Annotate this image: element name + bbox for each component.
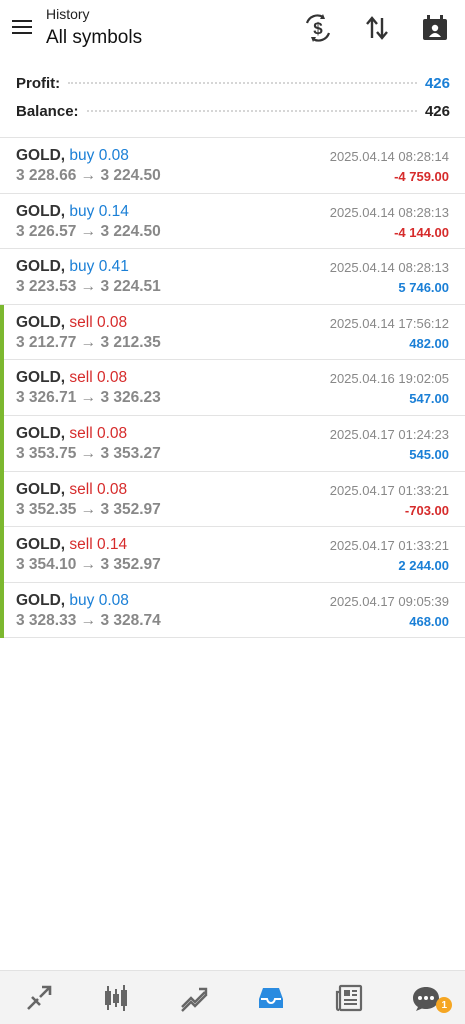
deal-time: 2025.04.16 19:02:05 <box>329 371 449 387</box>
trade-icon <box>180 987 207 1012</box>
deal-row[interactable]: GOLD, sell 0.08 3 353.75 → 3 353.27 2025… <box>0 415 465 472</box>
deal-title: GOLD, sell 0.14 <box>16 536 127 554</box>
deal-title: GOLD, buy 0.08 <box>16 147 129 165</box>
deal-profit: 547.00 <box>409 391 449 407</box>
deal-prices: 3 326.71 → 3 326.23 <box>16 389 161 407</box>
deal-row[interactable]: GOLD, buy 0.14 3 226.57 → 3 224.50 2025.… <box>0 194 465 250</box>
nav-news[interactable] <box>310 971 388 1024</box>
menu-icon[interactable] <box>10 16 34 38</box>
deal-prices: 3 354.10 → 3 352.97 <box>16 556 161 574</box>
deal-symbol: GOLD, <box>16 480 66 498</box>
deal-action: sell 0.08 <box>69 424 128 442</box>
deals-list: GOLD, buy 0.08 3 228.66 → 3 224.50 2025.… <box>0 137 465 639</box>
dotted-leader <box>68 82 417 84</box>
deal-title: GOLD, buy 0.08 <box>16 592 129 610</box>
deal-prices: 3 226.57 → 3 224.50 <box>16 222 161 240</box>
deal-title: GOLD, sell 0.08 <box>16 369 127 387</box>
sort-icon[interactable] <box>361 12 393 44</box>
deal-time: 2025.04.17 09:05:39 <box>329 593 449 609</box>
deal-profit: -4 144.00 <box>394 224 449 240</box>
page-title[interactable]: All symbols <box>46 27 142 49</box>
profit-value: 426 <box>424 74 450 92</box>
deal-profit: -703.00 <box>404 502 449 518</box>
bottom-navigation: 1 <box>0 970 465 1024</box>
deal-row[interactable]: GOLD, sell 0.08 3 352.35 → 3 352.97 2025… <box>0 471 465 528</box>
deal-row[interactable]: GOLD, buy 0.41 3 223.53 → 3 224.51 2025.… <box>0 249 465 305</box>
deal-row[interactable]: GOLD, sell 0.08 3 212.77 → 3 212.35 2025… <box>0 304 465 361</box>
deal-action: buy 0.08 <box>69 147 129 164</box>
deal-time: 2025.04.14 08:28:13 <box>329 204 449 220</box>
nav-history[interactable] <box>233 971 311 1024</box>
deal-title: GOLD, sell 0.08 <box>16 425 127 443</box>
deal-symbol: GOLD, <box>16 258 66 276</box>
header-subtitle: History <box>46 6 90 22</box>
currency-exchange-icon[interactable]: $ <box>302 12 334 44</box>
deal-title: GOLD, buy 0.14 <box>16 203 129 221</box>
deal-row[interactable]: GOLD, buy 0.08 3 228.66 → 3 224.50 2025.… <box>0 138 465 194</box>
deal-symbol: GOLD, <box>16 591 66 609</box>
deal-title: GOLD, sell 0.08 <box>16 314 127 332</box>
deal-profit: 5 746.00 <box>398 280 449 296</box>
deal-time: 2025.04.17 01:24:23 <box>329 426 449 442</box>
account-summary: Profit: 426 Balance: 426 <box>0 66 465 136</box>
deal-prices: 3 352.35 → 3 352.97 <box>16 500 161 518</box>
nav-quotes[interactable] <box>0 971 78 1024</box>
deal-symbol: GOLD, <box>16 147 66 164</box>
deal-profit: 468.00 <box>409 613 449 629</box>
profit-row: Profit: 426 <box>16 71 450 95</box>
messages-badge: 1 <box>436 997 453 1013</box>
calendar-icon[interactable] <box>419 12 451 44</box>
deal-title: GOLD, buy 0.41 <box>16 258 129 276</box>
deal-title: GOLD, sell 0.08 <box>16 481 127 499</box>
deal-row[interactable]: GOLD, buy 0.08 3 328.33 → 3 328.74 2025.… <box>0 582 465 639</box>
nav-chart[interactable] <box>78 971 156 1024</box>
deal-time: 2025.04.14 08:28:14 <box>329 149 449 164</box>
balance-value: 426 <box>424 102 450 120</box>
deal-prices: 3 353.75 → 3 353.27 <box>16 444 161 462</box>
deal-action: sell 0.08 <box>69 313 128 331</box>
app-header: History All symbols $ <box>0 0 465 62</box>
profit-label: Profit: <box>16 74 61 92</box>
deal-time: 2025.04.17 01:33:21 <box>329 538 449 554</box>
deal-action: sell 0.14 <box>69 536 128 554</box>
deal-row[interactable]: GOLD, sell 0.08 3 326.71 → 3 326.23 2025… <box>0 360 465 416</box>
deal-time: 2025.04.14 17:56:12 <box>329 315 449 331</box>
deal-symbol: GOLD, <box>16 424 66 442</box>
deal-symbol: GOLD, <box>16 369 66 387</box>
deal-time: 2025.04.14 08:28:13 <box>329 260 449 276</box>
balance-row: Balance: 426 <box>16 99 450 123</box>
deal-symbol: GOLD, <box>16 536 66 554</box>
nav-trade[interactable] <box>155 971 233 1024</box>
deal-symbol: GOLD, <box>16 202 66 220</box>
deal-profit: 2 244.00 <box>398 558 449 574</box>
news-icon <box>335 984 362 1011</box>
deal-prices: 3 212.77 → 3 212.35 <box>16 333 161 351</box>
history-icon <box>259 987 284 1008</box>
deal-action: sell 0.08 <box>69 369 128 387</box>
deal-row[interactable]: GOLD, sell 0.14 3 354.10 → 3 352.97 2025… <box>0 527 465 583</box>
deal-action: buy 0.41 <box>69 258 129 276</box>
deal-profit: -4 759.00 <box>394 169 449 184</box>
quotes-icon <box>26 985 52 1010</box>
deal-action: buy 0.08 <box>69 591 129 609</box>
deal-prices: 3 228.66 → 3 224.50 <box>16 167 161 184</box>
deal-profit: 482.00 <box>409 335 449 351</box>
nav-messages[interactable]: 1 <box>388 971 465 1024</box>
deal-profit: 545.00 <box>409 446 449 462</box>
deal-prices: 3 328.33 → 3 328.74 <box>16 611 161 629</box>
chart-icon <box>105 984 128 1011</box>
deal-action: sell 0.08 <box>69 480 128 498</box>
deal-prices: 3 223.53 → 3 224.51 <box>16 278 161 296</box>
deal-action: buy 0.14 <box>69 202 129 220</box>
deal-symbol: GOLD, <box>16 313 66 331</box>
balance-label: Balance: <box>16 102 79 120</box>
svg-text:$: $ <box>313 19 323 38</box>
deal-time: 2025.04.17 01:33:21 <box>329 482 449 498</box>
dotted-leader <box>86 110 417 112</box>
